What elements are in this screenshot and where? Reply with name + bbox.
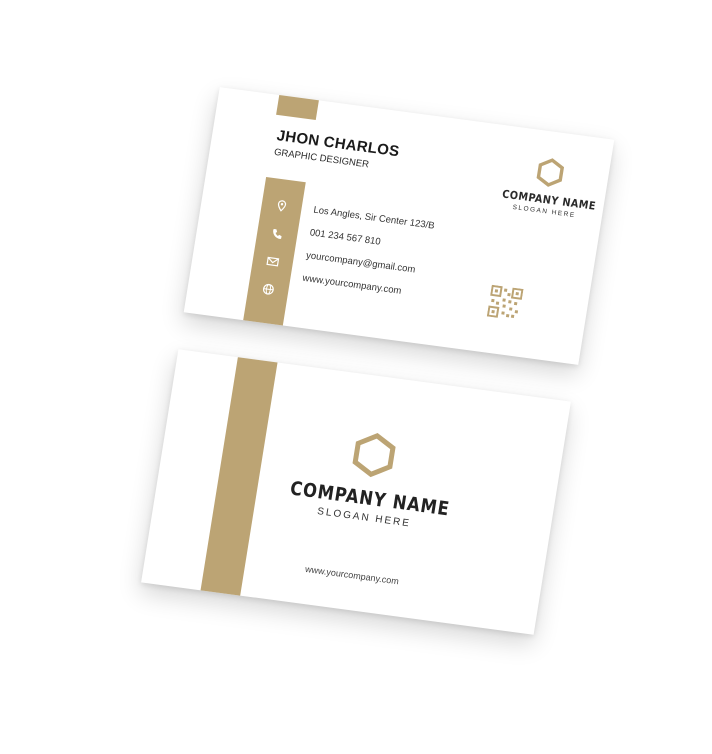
qr-code-icon [486,284,524,321]
business-card-back: COMPANY NAME SLOGAN HERE www.yourcompany… [141,349,571,635]
gold-accent-tab [276,87,321,121]
contact-icons [242,177,305,330]
company-logo-front: COMPANY NAME SLOGAN HERE [494,151,602,222]
website-back: www.yourcompany.com [304,564,400,587]
business-card-front: JHON CHARLOS GRAPHIC DESIGNER Los Angles [183,87,615,365]
company-logo-back: COMPANY NAME SLOGAN HERE [274,420,467,535]
hexagon-icon [536,158,565,187]
location-pin-icon [277,200,287,212]
globe-icon [262,283,274,295]
envelope-icon [266,256,280,267]
hexagon-icon [352,432,396,478]
mockup-canvas: JHON CHARLOS GRAPHIC DESIGNER Los Angles [0,0,712,754]
gold-vertical-band [197,349,280,618]
contact-details: Los Angles, Sir Center 123/B 001 234 567… [301,199,436,306]
phone-icon [273,229,282,239]
